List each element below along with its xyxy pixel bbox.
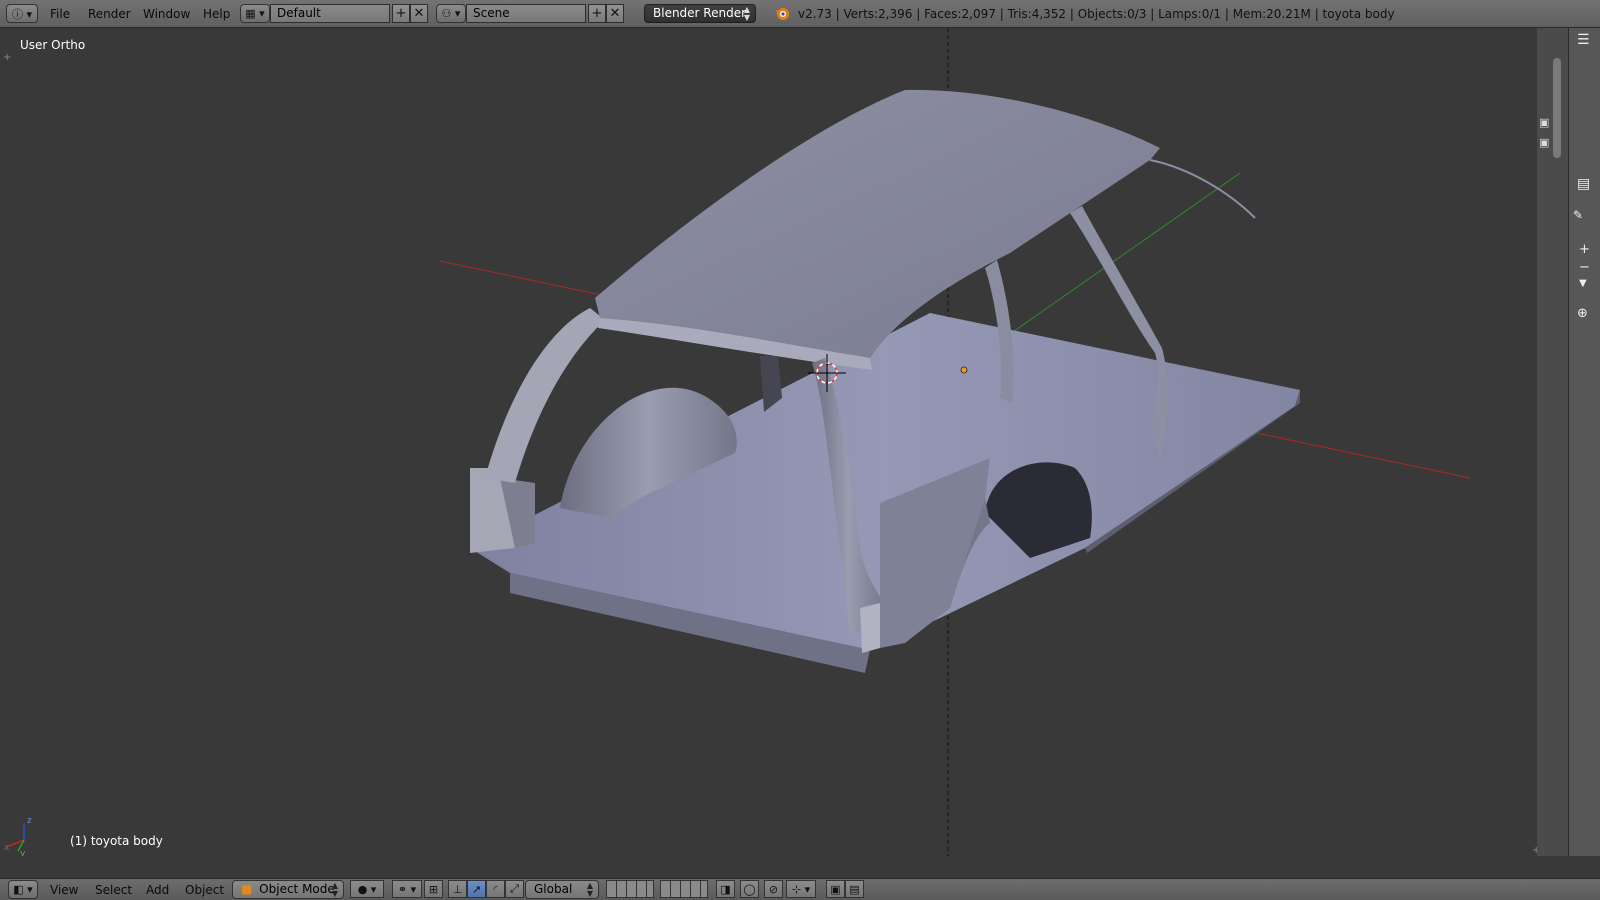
menu-file[interactable]: File — [50, 7, 70, 21]
rotate-icon: ◜ — [493, 882, 498, 896]
camera-icon: ▣ — [830, 882, 841, 896]
layers-icon: ◨ — [720, 882, 731, 896]
axis-x-label: x — [4, 843, 10, 853]
axis-z-label: z — [27, 816, 32, 826]
info-icon: ⓘ ▾ — [11, 7, 33, 21]
remove-layout-button[interactable]: ✕ — [410, 4, 428, 23]
menu-object[interactable]: Object — [185, 883, 224, 897]
properties-icon[interactable]: ▤ — [1577, 176, 1590, 192]
add-layout-button[interactable]: + — [392, 4, 410, 23]
layer-lock-button[interactable]: ◨ — [716, 880, 735, 898]
3d-viewport[interactable]: + + + z x y User Ortho (1) toyota body — [0, 28, 1568, 856]
menu-render[interactable]: Render — [88, 7, 131, 21]
properties-panel: ☰ ▤ ✎ + − ▼ ⊕ — [1568, 28, 1600, 856]
scene-layers-group-1[interactable] — [606, 880, 654, 898]
updown-arrows-icon: ▲ ▼ — [743, 5, 750, 22]
plus-icon: + — [395, 6, 407, 21]
camera-icon[interactable]: ▣ — [1539, 136, 1549, 149]
manipulator-toggle[interactable]: ⊞ — [424, 880, 443, 898]
snap-toggle-button[interactable]: ⊘ — [764, 880, 783, 898]
axis-gizmo: z x y — [4, 816, 32, 856]
pivot-icon: ⚭ ▾ — [397, 882, 417, 896]
circle-icon: ◯ — [743, 882, 756, 896]
arrow-icon: ↗ — [471, 882, 482, 896]
axis-arrows-icon: ⊥ — [452, 882, 463, 896]
scene-icon: ⚇ ▾ — [441, 7, 461, 20]
render-engine-dropdown[interactable]: Blender Render ▲ ▼ — [644, 4, 756, 23]
snap-element-button[interactable]: ⊹ ▾ — [786, 880, 816, 898]
updown-arrows-icon: ▲ ▼ — [586, 881, 593, 898]
menu-select[interactable]: Select — [95, 883, 132, 897]
sphere-icon: ● ▾ — [357, 882, 377, 896]
screen-layout-field[interactable]: Default — [270, 4, 390, 23]
menu-view[interactable]: View — [50, 883, 78, 897]
opengl-render-button[interactable]: ▣ — [826, 880, 845, 898]
blender-logo-icon — [774, 5, 790, 24]
scale-button[interactable]: ⤢ — [505, 880, 524, 898]
info-header: ⓘ ▾ File Render Window Help ▦ ▾ Default … — [0, 0, 1600, 28]
camera-icon[interactable]: ▣ — [1539, 116, 1549, 129]
menu-help[interactable]: Help — [203, 7, 230, 21]
chevron-down-icon[interactable]: ▼ — [1579, 278, 1587, 289]
toyota-body-mesh[interactable] — [470, 89, 1300, 673]
zoom-in-icon[interactable]: + — [1579, 242, 1590, 257]
screen-layout-button[interactable]: ▦ ▾ — [240, 4, 270, 23]
scene-statistics: v2.73 | Verts:2,396 | Faces:2,097 | Tris… — [798, 7, 1395, 21]
opengl-render-animation-button[interactable]: ▤ — [845, 880, 864, 898]
pivot-point-button[interactable]: ⚭ ▾ — [392, 880, 422, 898]
close-icon: ✕ — [413, 6, 425, 21]
close-icon: ✕ — [609, 6, 621, 21]
scene-name-field[interactable]: Scene — [466, 4, 586, 23]
manipulator-icon: ⊞ — [428, 882, 439, 896]
mode-dropdown[interactable]: ■ Object Mode ▲ ▼ — [232, 880, 344, 899]
view-label: User Ortho — [20, 38, 86, 52]
menu-add[interactable]: Add — [146, 883, 169, 897]
pin-icon[interactable]: ✎ — [1573, 208, 1583, 222]
mode-label: Object Mode — [259, 882, 335, 896]
zoom-out-icon[interactable]: − — [1579, 260, 1590, 275]
snap-grid-icon: ⊹ ▾ — [791, 882, 811, 896]
scrollbar[interactable] — [1553, 58, 1561, 158]
viewport-canvas[interactable]: + + + z x y — [0, 28, 1568, 856]
scene-browse-button[interactable]: ⚇ ▾ — [436, 4, 466, 23]
render-engine-label: Blender Render — [653, 6, 747, 20]
translate-button[interactable]: ↗ — [467, 880, 486, 898]
film-icon: ▤ — [849, 882, 860, 896]
add-scene-button[interactable]: + — [588, 4, 606, 23]
editor-type-button[interactable]: ◧ ▾ — [8, 880, 38, 899]
magnet-icon: ⊘ — [768, 882, 779, 896]
active-object-label: (1) toyota body — [70, 834, 163, 848]
outliner-icon[interactable]: ☰ — [1577, 32, 1590, 48]
scale-icon: ⤢ — [510, 882, 519, 895]
viewport-shading-button[interactable]: ● ▾ — [350, 880, 384, 898]
translate-manipulator[interactable]: ⊥ — [448, 880, 467, 898]
editor-type-button[interactable]: ⓘ ▾ — [6, 4, 38, 23]
updown-arrows-icon: ▲ ▼ — [331, 881, 338, 898]
transform-orientation-dropdown[interactable]: Global ▲ ▼ — [525, 880, 599, 899]
cube-icon: ■ — [241, 882, 253, 896]
orientation-label: Global — [534, 882, 573, 896]
proportional-edit-button[interactable]: ◯ — [740, 880, 759, 898]
viewport-right-strip: ▣ ▣ — [1537, 28, 1568, 856]
scene-layers-group-2[interactable] — [660, 880, 708, 898]
viewport-corner-plus-tl[interactable]: + — [3, 52, 11, 63]
3d-view-icon: ◧ ▾ — [13, 883, 33, 896]
layout-grid-icon: ▦ ▾ — [245, 7, 265, 20]
plus-icon: + — [591, 6, 603, 21]
menu-window[interactable]: Window — [143, 7, 190, 21]
object-origin-dot — [960, 366, 968, 374]
axis-y-label: y — [20, 849, 26, 856]
rotate-button[interactable]: ◜ — [486, 880, 505, 898]
add-icon[interactable]: ⊕ — [1577, 306, 1588, 321]
3d-view-header: ◧ ▾ View Select Add Object ■ Object Mode… — [0, 878, 1600, 900]
remove-scene-button[interactable]: ✕ — [606, 4, 624, 23]
